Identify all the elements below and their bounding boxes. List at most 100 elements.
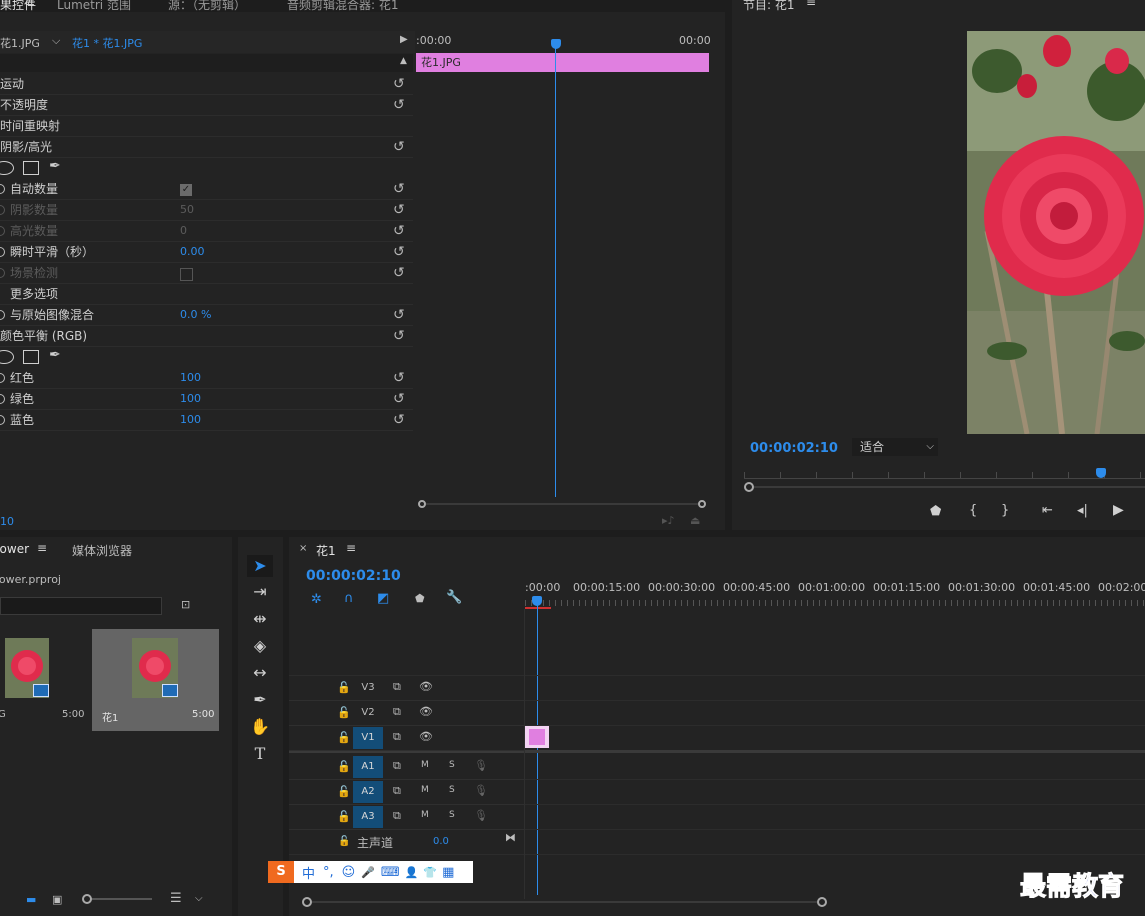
toolbox-icon[interactable]: ▦ (442, 865, 454, 880)
effect-row[interactable]: 自动数量 ↺ (0, 179, 413, 200)
tab-source[interactable]: 源：（无剪辑） (168, 0, 246, 13)
keyframe-toggle-icon[interactable] (0, 373, 5, 383)
microphone-icon[interactable]: 🎙 (474, 759, 488, 772)
sogou-logo-icon[interactable]: S (268, 861, 294, 883)
mute-button[interactable]: M (421, 785, 429, 795)
microphone-icon[interactable]: 🎙 (474, 809, 488, 822)
project-item-2[interactable]: 花1 5:00 (92, 629, 219, 731)
effect-row-value[interactable]: 0.0 % (180, 305, 211, 325)
rectangle-mask-icon[interactable] (23, 350, 39, 364)
pen-tool[interactable]: ✒ (247, 689, 273, 711)
reset-icon[interactable]: ↺ (393, 221, 405, 241)
lock-icon[interactable]: 🔓 (337, 731, 351, 744)
track-label[interactable]: V1 (353, 727, 383, 749)
master-clip-label[interactable]: 花1.JPG (0, 35, 40, 51)
reset-icon[interactable]: ↺ (393, 368, 405, 388)
go-to-in-icon[interactable]: ⇤ (1042, 503, 1053, 518)
mark-in-icon[interactable]: { (969, 503, 977, 518)
search-bin-icon[interactable]: ⊡ (181, 598, 190, 611)
program-playhead[interactable] (1096, 468, 1106, 478)
tab-audio-clip-mixer[interactable]: 音频剪辑混合器: 花1 (287, 0, 399, 13)
effect-row[interactable]: 蓝色 100 ↺ (0, 410, 413, 431)
audio-track-header[interactable]: 🔓 A2 ⧉ M S 🎙 (289, 780, 525, 805)
effect-row[interactable]: 场景检测 ↺ (0, 263, 413, 284)
video-track-header[interactable]: 🔓 V2 ⧉ 👁 (289, 701, 525, 726)
timeline-timecode[interactable]: 00:00:02:10 (306, 568, 401, 584)
toggle-sync-icon[interactable]: ⧉ (393, 759, 401, 773)
keyframe-toggle-icon[interactable] (0, 184, 5, 194)
toggle-sync-icon[interactable]: ⧉ (393, 784, 401, 798)
effect-row[interactable]: 红色 100 ↺ (0, 368, 413, 389)
effect-row[interactable]: 时间重映射 (0, 116, 413, 137)
pen-mask-icon[interactable]: ✒ (49, 347, 61, 363)
audio-track-header[interactable]: 🔓 A1 ⧉ M S 🎙 (289, 755, 525, 780)
effect-row[interactable]: 高光数量 0 ↺ (0, 221, 413, 242)
user-icon[interactable]: 👤 (405, 866, 419, 879)
track-label[interactable]: V3 (353, 677, 383, 699)
toggle-sync-icon[interactable]: ⧉ (393, 809, 401, 823)
chevron-down-icon[interactable]: ⌵ (195, 893, 203, 904)
program-zoom-scrollbar[interactable] (744, 482, 1145, 492)
eye-icon[interactable]: 👁 (419, 680, 433, 693)
tab-media-browser[interactable]: 媒体浏览器 (72, 542, 132, 559)
razor-tool[interactable]: ◈ (247, 635, 273, 657)
freeform-view-icon[interactable]: ▣ (52, 893, 62, 906)
hand-tool[interactable]: ✋ (247, 716, 273, 738)
eye-icon[interactable]: 👁 (419, 730, 433, 743)
video-track-header[interactable]: 🔓 V3 ⧉ 👁 (289, 676, 525, 701)
tab-lumetri-scopes[interactable]: Lumetri 范围 (57, 0, 131, 13)
search-input[interactable] (0, 597, 162, 615)
effect-row[interactable]: 更多选项 (0, 284, 413, 305)
track-label[interactable]: V2 (353, 702, 383, 724)
mark-out-icon[interactable]: } (1001, 503, 1009, 518)
panel-menu-icon[interactable]: ≡ (37, 541, 47, 555)
project-item-1[interactable]: G 5:00 (0, 629, 90, 731)
play-icon[interactable]: ▶ (1113, 502, 1124, 518)
audio-track-header[interactable]: 🔓 A3 ⧉ M S 🎙 (289, 805, 525, 830)
effect-row[interactable]: 阴影数量 50 ↺ (0, 200, 413, 221)
effect-timeline[interactable]: :00:00 00:00 花1.JPG (415, 31, 711, 511)
lock-icon[interactable]: 🔓 (338, 836, 350, 847)
sequence-clip-label[interactable]: 花1 * 花1.JPG (72, 35, 142, 51)
reset-icon[interactable]: ↺ (393, 179, 405, 199)
track-select-tool[interactable]: ⇥ (247, 581, 273, 603)
panel-menu-icon[interactable]: ≡ (806, 0, 816, 9)
microphone-icon[interactable]: 🎙 (474, 784, 488, 797)
toggle-sync-icon[interactable]: ⧉ (393, 730, 401, 744)
video-track-header[interactable]: 🔓 V1 ⧉ 👁 (289, 726, 525, 751)
chinese-mode-icon[interactable]: 中 (302, 863, 315, 882)
track-label[interactable]: A2 (353, 781, 383, 803)
keyboard-icon[interactable]: ⌨ (381, 865, 400, 880)
add-marker-icon[interactable]: ⬟ (930, 504, 941, 519)
type-tool[interactable]: T (247, 743, 273, 765)
keyframe-toggle-icon[interactable] (0, 205, 5, 215)
effect-timeline-scrollbar[interactable] (418, 500, 708, 508)
v1-clip[interactable] (525, 726, 549, 748)
add-marker-icon[interactable]: ⬟ (415, 592, 425, 605)
lock-icon[interactable]: 🔓 (337, 706, 351, 719)
fit-dropdown[interactable]: 适合 ⌵ (852, 438, 938, 456)
effect-row-value[interactable]: 100 (180, 389, 201, 409)
work-area-bar[interactable] (525, 607, 551, 609)
close-icon[interactable]: × (299, 543, 307, 554)
microphone-icon[interactable]: 🎤 (361, 866, 375, 879)
ime-toolbar[interactable]: S 中 °, ☺ 🎤 ⌨ 👤 👕 ▦ (268, 861, 473, 883)
toggle-sync-icon[interactable]: ⧉ (393, 680, 401, 694)
step-back-icon[interactable]: ◂| (1077, 503, 1088, 518)
punctuation-icon[interactable]: °, (323, 865, 334, 880)
effect-row[interactable]: 颜色平衡 (RGB) ↺ (0, 326, 413, 347)
reset-icon[interactable]: ↺ (393, 242, 405, 262)
effect-row[interactable]: 运动 ↺ (0, 74, 413, 95)
track-label[interactable]: A3 (353, 806, 383, 828)
effect-row-value[interactable]: 0 (180, 221, 187, 241)
keyframe-toggle-icon[interactable] (0, 247, 5, 257)
toggle-sync-icon[interactable]: ⧉ (393, 705, 401, 719)
reset-icon[interactable]: ↺ (393, 200, 405, 220)
keyframe-toggle-icon[interactable] (0, 226, 5, 236)
reset-icon[interactable]: ↺ (393, 389, 405, 409)
keyframe-toggle-icon[interactable] (0, 268, 5, 278)
filter-icon[interactable]: ▸♪ (662, 514, 675, 527)
solo-button[interactable]: S (449, 785, 455, 795)
track-label[interactable]: A1 (353, 756, 383, 778)
list-view-icon[interactable]: ▬ (26, 893, 36, 906)
